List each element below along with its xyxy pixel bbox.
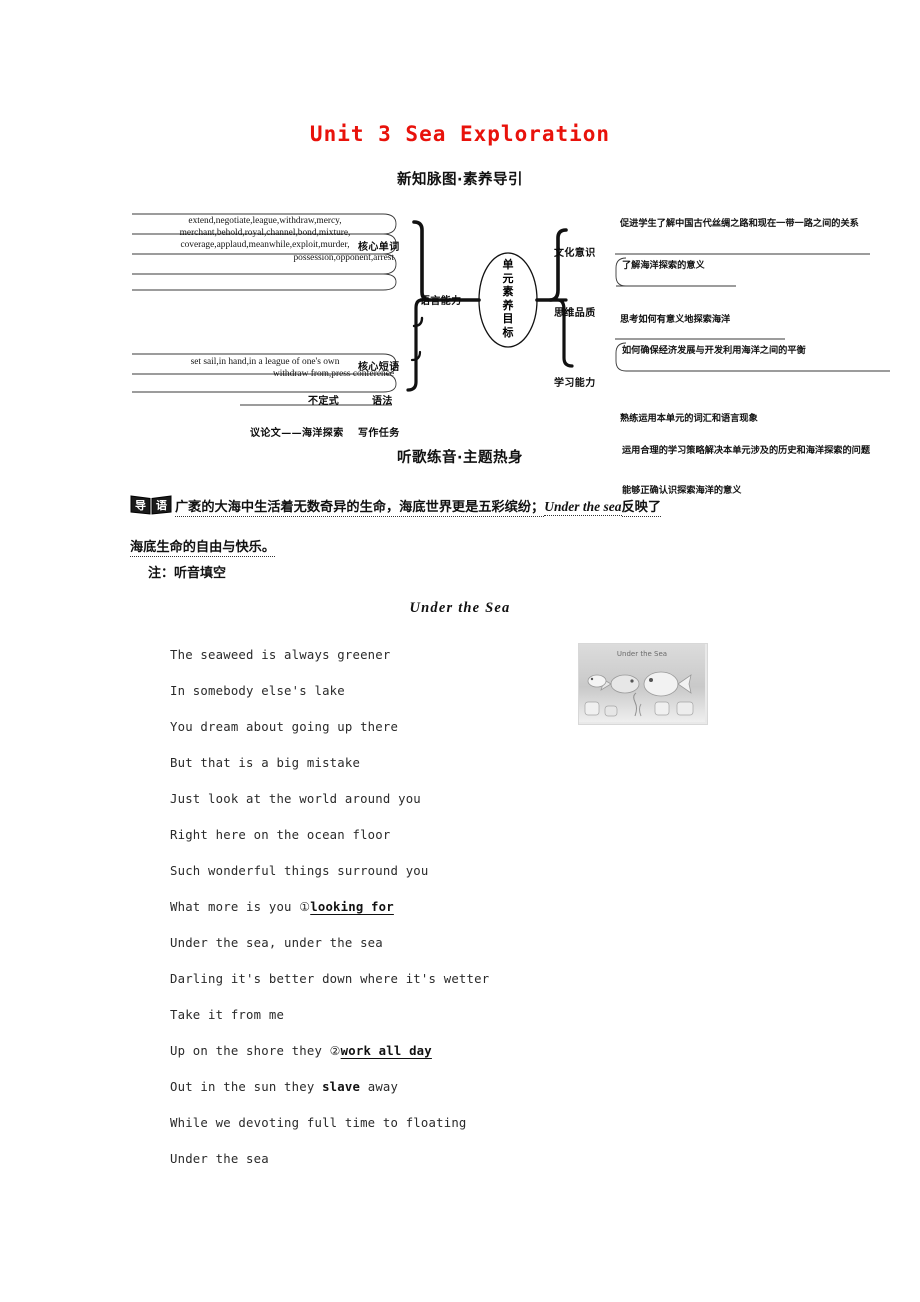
lyric-bold-word: slave: [322, 1080, 361, 1094]
lyric-line-blank-2: Up on the shore they ②work all day: [170, 1044, 432, 1058]
lyric-line: Such wonderful things surround you: [170, 864, 429, 878]
mindmap-grammar-value: 不定式: [308, 396, 340, 407]
lyric-line: Just look at the world around you: [170, 792, 421, 806]
mindmap-label-core-words: 核心单词: [358, 242, 400, 253]
mindmap-writing-value: 议论文——海洋探索: [250, 428, 344, 439]
lyric-line: You dream about going up there: [170, 720, 399, 734]
intro-block: 导 语 广袤的大海中生活着无数奇异的生命，海底世界更是五彩缤纷；Under th…: [130, 486, 800, 568]
song-title: Under the Sea: [409, 600, 511, 616]
mindmap-thinking-item-2: 如何确保经济发展与开发利用海洋之间的平衡: [622, 345, 806, 356]
note-text: 注：听音填空: [148, 566, 227, 581]
blank-number-2: ②: [329, 1044, 341, 1058]
lyric-line: Under the sea, under the sea: [170, 936, 383, 950]
mindmap-thinking-item-1: 思考如何有意义地探索海洋: [620, 314, 731, 325]
lyric-line: The seaweed is always greener: [170, 648, 391, 662]
mindmap-label-thinking-quality: 思维品质: [554, 308, 596, 319]
lyric-line: Take it from me: [170, 1008, 285, 1022]
page-title: Unit 3 Sea Exploration: [309, 122, 611, 146]
mindmap-label-core-phrases: 核心短语: [358, 362, 400, 373]
lyrics-list: The seaweed is always greener In somebod…: [170, 637, 570, 1177]
blank-answer-1[interactable]: looking for: [310, 900, 394, 914]
lyric-line: While we devoting full time to floating: [170, 1116, 467, 1130]
lyric-line: But that is a big mistake: [170, 756, 361, 770]
daoyu-book-icon: 导 语: [130, 493, 172, 515]
mindmap-label-language-ability: 语言能力: [420, 296, 462, 307]
svg-text:语: 语: [156, 498, 167, 512]
mindmap-culture-item-2: 了解海洋探索的意义: [622, 260, 705, 271]
lyric-line: Right here on the ocean floor: [170, 828, 391, 842]
intro-row-1: 导 语 广袤的大海中生活着无数奇异的生命，海底世界更是五彩缤纷；Under th…: [130, 486, 800, 527]
mindmap-label-writing-task: 写作任务: [358, 428, 400, 439]
intro-text-part1: 广袤的大海中生活着无数奇异的生命，海底世界更是五彩缤纷；: [175, 500, 545, 517]
mindmap-core-words-lines: extend,negotiate,league,withdraw,mercy, …: [179, 216, 394, 263]
under-the-sea-illustration: Under the Sea: [578, 643, 708, 725]
mindmap-label-cultural-awareness: 文化意识: [554, 248, 596, 259]
section-heading-song: 听歌练音·主题热身: [396, 450, 523, 466]
intro-row-2: 海底生命的自由与快乐。: [130, 527, 800, 568]
svg-text:导: 导: [135, 499, 146, 512]
blank-number-1: ①: [299, 900, 311, 914]
mindmap-culture-item-1: 促进学生了解中国古代丝绸之路和现在一带一路之间的关系: [620, 218, 859, 229]
mindmap-label-learning-ability: 学习能力: [554, 378, 596, 389]
mindmap-label-grammar: 语法: [372, 396, 393, 407]
lyric-line-blank-1: What more is you ①looking for: [170, 900, 394, 914]
lyric-line: Under the sea: [170, 1152, 269, 1166]
mindmap-learning-item-1: 熟练运用本单元的词汇和语言现象: [620, 413, 758, 424]
mindmap-core-phrases-lines: set sail,in hand,in a league of one's ow…: [190, 357, 394, 380]
illustration-caption: Under the Sea: [617, 650, 667, 658]
mindmap-diagram: extend,negotiate,league,withdraw,mercy, …: [130, 200, 910, 496]
intro-text-line2: 海底生命的自由与快乐。: [130, 540, 276, 557]
blank-answer-2[interactable]: work all day: [341, 1044, 432, 1058]
intro-text-emphasis: Under the sea: [544, 499, 622, 516]
lyric-line: Darling it's better down where it's wett…: [170, 972, 490, 986]
intro-text-part2: 反映了: [621, 500, 662, 517]
section-heading-mindmap: 新知脉图·素养导引: [396, 172, 523, 188]
mindmap-center-label: 单元素养目标: [502, 258, 514, 339]
lyric-line-bold: Out in the sun they slave away: [170, 1080, 399, 1094]
lyric-line: In somebody else's lake: [170, 684, 345, 698]
